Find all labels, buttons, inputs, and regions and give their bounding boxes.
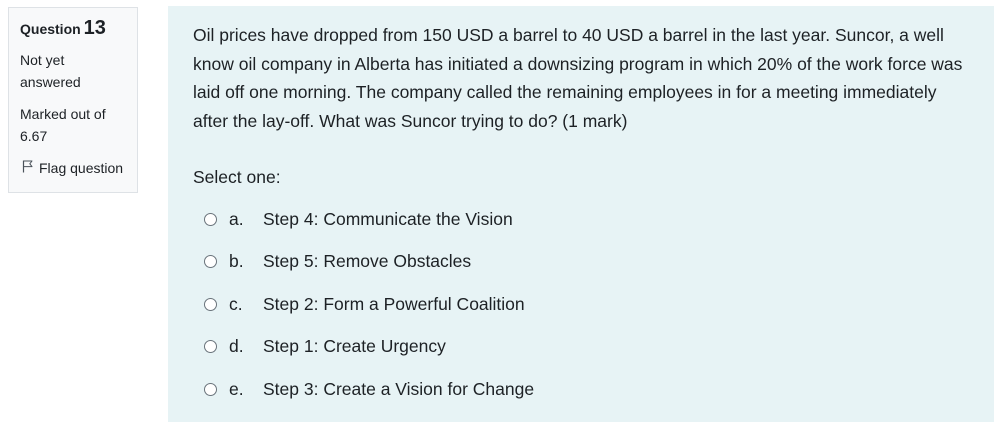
- flag-question-button[interactable]: Flag question: [20, 158, 126, 178]
- flag-outline-icon: [20, 158, 39, 178]
- option-label[interactable]: Step 3: Create a Vision for Change: [263, 379, 534, 400]
- question-content: Oil prices have dropped from 150 USD a b…: [168, 6, 994, 422]
- question-number-heading: Question 13: [20, 17, 126, 40]
- flag-question-label: Flag question: [39, 160, 124, 176]
- radio-button[interactable]: [204, 212, 217, 226]
- option-label[interactable]: Step 4: Communicate the Vision: [263, 209, 513, 230]
- option-letter: b.: [229, 251, 244, 272]
- option-label[interactable]: Step 1: Create Urgency: [263, 336, 446, 357]
- answer-option-c[interactable]: c. Step 2: Form a Powerful Coalition: [193, 283, 969, 326]
- question-number: 13: [83, 17, 106, 39]
- question-text: Oil prices have dropped from 150 USD a b…: [193, 25, 963, 131]
- question-label: Question: [20, 21, 81, 37]
- option-label[interactable]: Step 2: Form a Powerful Coalition: [263, 294, 525, 315]
- radio-button[interactable]: [204, 340, 217, 354]
- option-letter: d.: [229, 336, 244, 357]
- answer-option-e[interactable]: e. Step 3: Create a Vision for Change: [193, 368, 969, 411]
- question-state: Not yet answered: [20, 52, 81, 90]
- radio-button[interactable]: [204, 297, 217, 311]
- radio-button[interactable]: [204, 255, 217, 269]
- radio-button[interactable]: [204, 382, 217, 396]
- answer-option-d[interactable]: d. Step 1: Create Urgency: [193, 326, 969, 369]
- option-letter: e.: [229, 378, 244, 399]
- question-grade: Marked out of 6.67: [20, 106, 106, 144]
- select-one-prompt: Select one:: [193, 167, 281, 187]
- option-label[interactable]: Step 5: Remove Obstacles: [263, 251, 471, 272]
- answer-options: a. Step 4: Communicate the Vision b. Ste…: [193, 198, 969, 411]
- option-letter: a.: [229, 208, 244, 229]
- answer-option-a[interactable]: a. Step 4: Communicate the Vision: [193, 198, 969, 241]
- answer-option-b[interactable]: b. Step 5: Remove Obstacles: [193, 241, 969, 284]
- option-letter: c.: [229, 293, 243, 314]
- question-info-panel: Question 13 Not yet answered Marked out o…: [8, 7, 138, 193]
